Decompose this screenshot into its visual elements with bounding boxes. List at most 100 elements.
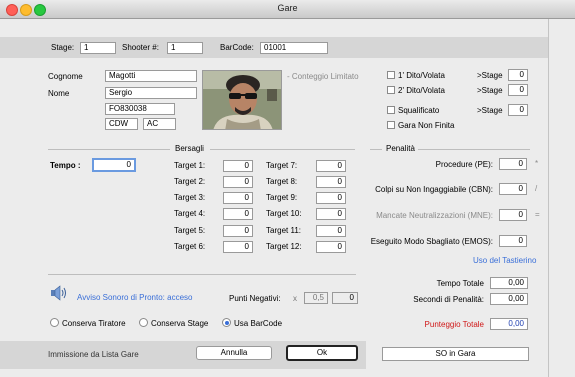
cognome-label: Cognome (48, 72, 83, 81)
conserva-tiratore-radio[interactable] (50, 318, 59, 327)
nome-field[interactable]: Sergio (105, 87, 197, 99)
shooter-label: Shooter #: (122, 43, 159, 52)
speaker-icon[interactable] (50, 284, 68, 302)
penalita-separator-left (370, 149, 382, 150)
stage2-label: >Stage (477, 86, 503, 95)
tempo-label: Tempo : (50, 161, 81, 170)
colpi-label: Colpi su Non Ingaggiabile (CBN): (375, 185, 493, 194)
secondi-field: 0,00 (490, 293, 528, 305)
target-field[interactable]: 0 (223, 192, 253, 204)
penalita-section-label: Penalità (386, 144, 415, 153)
target-field[interactable]: 0 (223, 208, 253, 220)
target-label: Target 2: (174, 177, 206, 186)
target-field[interactable]: 0 (316, 160, 346, 172)
dito1-checkbox[interactable] (387, 71, 395, 79)
shooter-photo (202, 70, 282, 130)
target-field[interactable]: 0 (223, 160, 253, 172)
target-label: Target 5: (174, 226, 206, 235)
target-label: Target 10: (266, 209, 302, 218)
procedure-operator: * (535, 159, 539, 168)
punti-value-field: 0 (332, 292, 358, 304)
barcode-field[interactable]: 01001 (260, 42, 328, 54)
target-label: Target 4: (174, 209, 206, 218)
squalificato-label: Squalificato (398, 106, 440, 115)
target-label: Target 7: (266, 161, 298, 170)
procedure-field[interactable]: 0 (499, 158, 527, 170)
annulla-button[interactable]: Annulla (196, 346, 272, 360)
procedure-label: Procedure (PE): (435, 160, 493, 169)
footer-status-label: Immissione da Lista Gare (48, 350, 139, 359)
target-field[interactable]: 0 (223, 241, 253, 253)
nome-label: Nome (48, 89, 70, 98)
eseguito-label: Eseguito Modo Sbagliato (EMOS): (370, 237, 493, 246)
punteggio-field: 0,00 (490, 318, 528, 330)
window-edge (548, 19, 549, 377)
division-field[interactable]: CDW (105, 118, 138, 130)
target-field[interactable]: 0 (316, 176, 346, 188)
cognome-field[interactable]: Magotti (105, 70, 197, 82)
code-field[interactable]: FO830038 (105, 103, 175, 115)
target-label: Target 3: (174, 193, 206, 202)
mancate-operator: = (535, 210, 540, 219)
barcode-label: BarCode: (220, 43, 254, 52)
avviso-sonoro-label[interactable]: Avviso Sonoro di Pronto: acceso (77, 293, 192, 302)
target-label: Target 11: (266, 226, 301, 235)
shooter-photo-image (203, 71, 281, 129)
conserva-stage-radio[interactable] (139, 318, 148, 327)
stage3-field[interactable]: 0 (508, 104, 528, 116)
conserva-tiratore-label: Conserva Tiratore (62, 319, 126, 328)
lower-separator (48, 274, 356, 275)
target-label: Target 9: (266, 193, 298, 202)
title-bar: Gare (0, 0, 575, 19)
punti-factor-field: 0,5 (304, 292, 328, 304)
dito2-checkbox[interactable] (387, 86, 395, 94)
non-finita-checkbox[interactable] (387, 121, 395, 129)
shooter-field[interactable]: 1 (167, 42, 203, 54)
stage2-field[interactable]: 0 (508, 84, 528, 96)
target-field[interactable]: 0 (316, 225, 346, 237)
stage3-label: >Stage (477, 106, 503, 115)
target-field[interactable]: 0 (316, 241, 346, 253)
bersagli-section-label: Bersagli (175, 144, 204, 153)
bersagli-separator-right (210, 149, 355, 150)
dito1-label: 1' Dito/Volata (398, 71, 445, 80)
stage-field[interactable]: 1 (80, 42, 116, 54)
tastierino-link[interactable]: Uso del Tastierino (473, 256, 536, 265)
colpi-field[interactable]: 0 (499, 183, 527, 195)
target-label: Target 6: (174, 242, 206, 251)
stage1-field[interactable]: 0 (508, 69, 528, 81)
target-field[interactable]: 0 (223, 176, 253, 188)
tempo-totale-label: Tempo Totale (436, 279, 484, 288)
category-field[interactable]: AC (143, 118, 176, 130)
target-label: Target 8: (266, 177, 298, 186)
mancate-field[interactable]: 0 (499, 209, 527, 221)
secondi-label: Secondi di Penalità: (413, 295, 484, 304)
non-finita-label: Gara Non Finita (398, 121, 455, 130)
window-title: Gare (277, 3, 298, 13)
punteggio-label: Punteggio Totale (424, 320, 484, 329)
tempo-totale-field: 0,00 (490, 277, 528, 289)
mancate-label: Mancate Neutralizzazioni (MNE): (376, 211, 493, 220)
target-label: Target 12: (266, 242, 302, 251)
target-field[interactable]: 0 (316, 208, 346, 220)
dito2-label: 2' Dito/Volata (398, 86, 445, 95)
conteggio-label: - Conteggio Limitato (287, 72, 359, 81)
ok-button[interactable]: Ok (286, 345, 358, 361)
punti-x-label: x (293, 294, 297, 303)
so-in-gara-field: SO in Gara (382, 347, 529, 361)
penalita-separator-right (418, 149, 530, 150)
tempo-field[interactable]: 0 (92, 158, 136, 172)
target-label: Target 1: (174, 161, 206, 170)
bersagli-separator-left (48, 149, 170, 150)
stage1-label: >Stage (477, 71, 503, 80)
usa-barcode-radio[interactable] (222, 318, 231, 327)
colpi-operator: / (535, 184, 538, 193)
punti-negativi-label: Punti Negativi: (229, 294, 281, 303)
eseguito-field[interactable]: 0 (499, 235, 527, 247)
conserva-stage-label: Conserva Stage (151, 319, 209, 328)
stage-label: Stage: (51, 43, 75, 52)
squalificato-checkbox[interactable] (387, 106, 395, 114)
gare-window: Gare Stage: 1 Shooter #: 1 BarCode: 0100… (0, 0, 575, 377)
target-field[interactable]: 0 (223, 225, 253, 237)
target-field[interactable]: 0 (316, 192, 346, 204)
